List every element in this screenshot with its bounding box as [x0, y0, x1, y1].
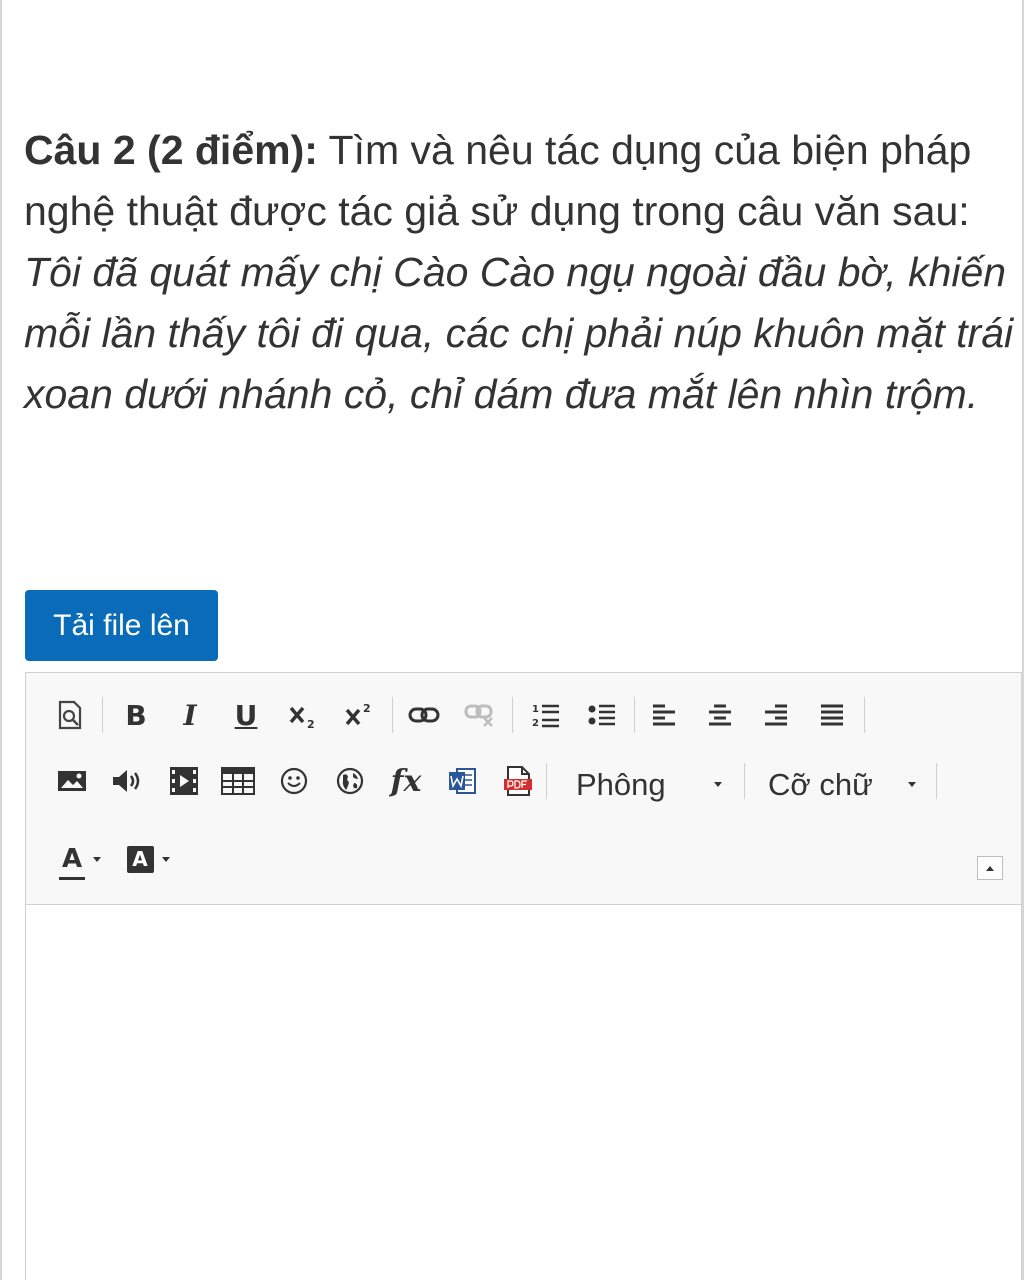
question-quote: Tôi đã quát mấy chị Cào Cào ngụ ngoài đầ… [24, 249, 1014, 417]
smiley-icon[interactable] [274, 761, 314, 801]
align-left-icon[interactable] [644, 695, 684, 735]
audio-icon[interactable] [108, 761, 148, 801]
align-center-icon[interactable] [700, 695, 740, 735]
rich-text-editor: B I U 2 2 1 2 fx Phông Cỡ chữ A A [25, 672, 1022, 1280]
font-family-select[interactable]: Phông [558, 757, 742, 813]
underline-icon[interactable]: U [228, 695, 264, 735]
toolbar-separator [864, 697, 865, 733]
chevron-down-icon [714, 782, 722, 787]
question-text: Câu 2 (2 điểm): Tìm và nêu tác dụng của … [24, 120, 1014, 425]
background-color-icon: A [126, 845, 154, 873]
svg-text:2: 2 [532, 718, 539, 729]
toolbar-separator [936, 763, 937, 799]
editor-content-area[interactable] [26, 905, 1021, 1280]
align-right-icon[interactable] [756, 695, 796, 735]
font-size-select[interactable]: Cỡ chữ [752, 757, 936, 813]
toolbar-separator [744, 763, 745, 799]
toolbar-separator [512, 697, 513, 733]
chevron-down-icon [908, 782, 916, 787]
preview-icon[interactable] [52, 695, 88, 735]
question-label: Câu 2 (2 điểm): [24, 127, 318, 173]
superscript-icon[interactable]: 2 [340, 695, 380, 735]
italic-icon[interactable]: I [172, 695, 208, 735]
svg-text:2: 2 [307, 718, 315, 730]
font-size-value: Cỡ chữ [768, 767, 873, 802]
page: Câu 2 (2 điểm): Tìm và nêu tác dụng của … [0, 0, 1024, 1280]
toolbar-separator [102, 697, 103, 733]
text-color-button[interactable]: A [54, 839, 106, 880]
collapse-toolbar-button[interactable] [977, 856, 1003, 880]
link-icon[interactable] [404, 695, 444, 735]
globe-icon[interactable] [330, 761, 370, 801]
bold-icon[interactable]: B [118, 695, 154, 735]
chevron-down-icon [161, 856, 170, 862]
formula-icon[interactable]: fx [384, 761, 428, 801]
editor-toolbar: B I U 2 2 1 2 fx Phông Cỡ chữ A A [26, 673, 1021, 905]
pdf-icon[interactable] [498, 761, 538, 801]
toolbar-separator [392, 697, 393, 733]
toolbar-separator [634, 697, 635, 733]
svg-text:1: 1 [532, 704, 539, 715]
image-icon[interactable] [52, 761, 92, 801]
font-family-value: Phông [576, 767, 666, 802]
toolbar-separator [546, 763, 547, 799]
word-icon[interactable] [442, 761, 482, 801]
upload-file-button[interactable]: Tải file lên [25, 590, 218, 661]
chevron-down-icon [93, 856, 101, 862]
table-icon[interactable] [218, 761, 258, 801]
text-color-icon: A [59, 844, 85, 880]
collapse-toolbar-icon [986, 866, 994, 871]
text-color-label: A [61, 844, 83, 874]
bulleted-list-icon[interactable] [582, 695, 622, 735]
background-color-button[interactable]: A [120, 839, 176, 879]
svg-text:2: 2 [363, 702, 371, 715]
numbered-list-icon[interactable]: 1 2 [526, 695, 566, 735]
unlink-icon[interactable] [460, 695, 500, 735]
align-justify-icon[interactable] [812, 695, 852, 735]
subscript-icon[interactable]: 2 [284, 695, 324, 735]
video-icon[interactable] [164, 761, 204, 801]
